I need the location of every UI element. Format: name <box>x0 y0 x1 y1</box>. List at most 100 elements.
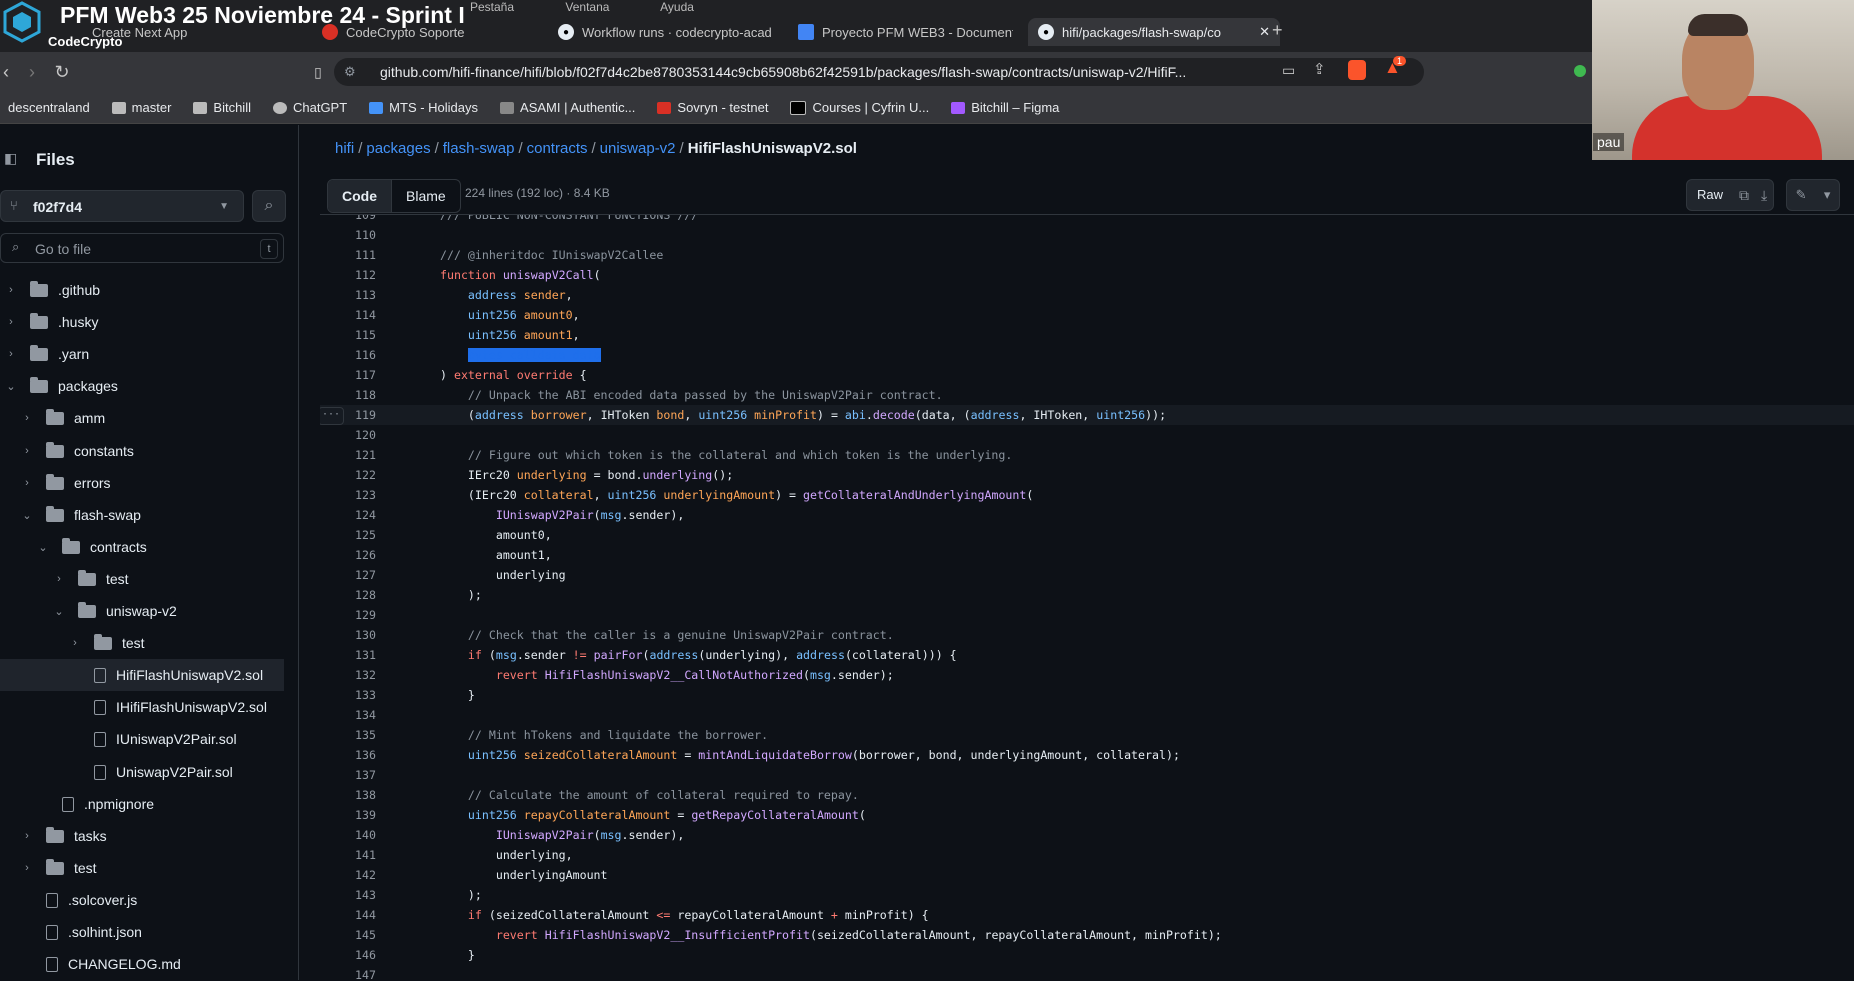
line-number[interactable]: 133 <box>320 685 376 705</box>
cast-icon[interactable]: ▭ <box>1282 62 1295 79</box>
line-number[interactable]: 125 <box>320 525 376 545</box>
browser-tab[interactable]: Proyecto PFM WEB3 - Document <box>798 18 1013 46</box>
code-text[interactable]: (IErc20 collateral, uint256 underlyingAm… <box>440 485 1033 505</box>
raw-button[interactable]: Raw <box>1687 180 1733 210</box>
line-number[interactable]: 121 <box>320 445 376 465</box>
blame-tab[interactable]: Blame <box>392 180 460 212</box>
breadcrumb-link[interactable]: flash-swap <box>443 140 515 157</box>
line-number[interactable]: 135 <box>320 725 376 745</box>
tree-folder[interactable]: › test <box>0 627 284 659</box>
code-text[interactable]: function uniswapV2Call( <box>440 265 601 285</box>
bookmark-item[interactable]: MTS - Holidays <box>369 100 478 115</box>
code-text[interactable]: IErc20 underlying = bond.underlying(); <box>440 465 733 485</box>
code-text[interactable]: amount0, <box>440 525 552 545</box>
code-text[interactable]: underlying, <box>440 845 573 865</box>
site-info-icon[interactable]: ⚙ <box>344 64 356 80</box>
chevron-right-icon[interactable]: › <box>4 284 18 296</box>
tree-folder[interactable]: ⌄ contracts <box>0 531 284 563</box>
brave-shield-icon[interactable] <box>1348 60 1366 80</box>
collapse-sidebar-icon[interactable]: ◧ <box>4 150 17 167</box>
code-text[interactable]: revert HifiFlashUniswapV2__InsufficientP… <box>440 925 1222 945</box>
line-number[interactable]: 110 <box>320 225 376 245</box>
line-number[interactable]: 137 <box>320 765 376 785</box>
code-text[interactable]: ); <box>440 585 482 605</box>
code-text[interactable]: ) external override { <box>440 365 587 385</box>
line-number[interactable]: 128 <box>320 585 376 605</box>
code-text[interactable]: uint256 seizedCollateralAmount = mintAnd… <box>440 745 1180 765</box>
share-icon[interactable]: ⇪ <box>1313 60 1326 78</box>
tree-file[interactable]: .npmignore <box>0 788 284 820</box>
tree-folder[interactable]: › amm <box>0 402 284 434</box>
code-text[interactable]: revert HifiFlashUniswapV2__CallNotAuthor… <box>440 665 894 685</box>
line-number[interactable]: 145 <box>320 925 376 945</box>
code-text[interactable]: uint256 amount1, <box>440 325 580 345</box>
bookmark-item[interactable]: master <box>111 100 171 115</box>
chevron-down-icon[interactable]: ⌄ <box>4 380 18 393</box>
tree-file[interactable]: .solhint.json <box>0 916 284 948</box>
new-tab-icon[interactable]: + <box>1272 20 1283 41</box>
chevron-right-icon[interactable]: › <box>20 412 34 424</box>
line-number[interactable]: 134 <box>320 705 376 725</box>
line-number[interactable]: 122 <box>320 465 376 485</box>
line-number[interactable]: 116 <box>320 345 376 365</box>
chevron-down-icon[interactable]: ⌄ <box>36 541 50 554</box>
bookmark-item[interactable]: Bitchill – Figma <box>951 100 1059 115</box>
back-icon[interactable]: ‹ <box>0 60 18 84</box>
chevron-right-icon[interactable]: › <box>52 573 66 585</box>
line-number[interactable]: 120 <box>320 425 376 445</box>
os-menu-item[interactable]: Ayuda <box>660 0 694 14</box>
search-files-button[interactable]: ⌕ <box>252 190 286 222</box>
line-number[interactable]: 138 <box>320 785 376 805</box>
chevron-right-icon[interactable]: › <box>4 316 18 328</box>
download-icon[interactable]: ⤓ <box>1755 180 1773 210</box>
line-number[interactable]: 132 <box>320 665 376 685</box>
line-number[interactable]: 118 <box>320 385 376 405</box>
code-text[interactable]: } <box>440 945 475 965</box>
reload-icon[interactable]: ↻ <box>50 60 74 84</box>
line-number[interactable]: 129 <box>320 605 376 625</box>
tree-file[interactable]: CHANGELOG.md <box>0 948 284 980</box>
line-number[interactable]: 141 <box>320 845 376 865</box>
tree-file[interactable]: HifiFlashUniswapV2.sol <box>0 659 284 691</box>
line-number[interactable]: 131 <box>320 645 376 665</box>
chevron-right-icon[interactable]: › <box>20 477 34 489</box>
tree-folder[interactable]: ⌄ packages <box>0 370 284 402</box>
code-text[interactable]: // Unpack the ABI encoded data passed by… <box>440 385 943 405</box>
chevron-right-icon[interactable]: › <box>68 637 82 649</box>
code-text[interactable]: // Figure out which token is the collate… <box>440 445 1012 465</box>
tree-folder[interactable]: › .github <box>0 274 284 306</box>
tree-folder[interactable]: › test <box>0 563 284 595</box>
close-tab-icon[interactable]: ✕ <box>1259 24 1270 40</box>
line-number[interactable]: 126 <box>320 545 376 565</box>
copy-icon[interactable]: ⧉ <box>1733 180 1755 210</box>
line-number[interactable]: 123 <box>320 485 376 505</box>
tree-file[interactable]: IUniswapV2Pair.sol <box>0 723 284 755</box>
line-number[interactable]: 127 <box>320 565 376 585</box>
line-number[interactable]: 109 <box>320 215 376 225</box>
browser-tab-active[interactable]: ● hifi/packages/flash-swap/co ✕ <box>1028 18 1280 46</box>
line-number[interactable]: 130 <box>320 625 376 645</box>
line-number[interactable]: 124 <box>320 505 376 525</box>
bookmark-item[interactable]: descentraland <box>8 100 90 115</box>
bookmark-icon[interactable]: ▯ <box>306 60 330 84</box>
edit-pencil-icon[interactable]: ✎ <box>1796 187 1807 203</box>
code-text[interactable]: if (msg.sender != pairFor(address(underl… <box>440 645 957 665</box>
os-menu-item[interactable]: Pestaña <box>470 0 514 14</box>
line-number[interactable]: 143 <box>320 885 376 905</box>
line-number[interactable]: 115 <box>320 325 376 345</box>
chevron-right-icon[interactable]: › <box>20 862 34 874</box>
line-number[interactable]: 144 <box>320 905 376 925</box>
code-text[interactable]: } <box>440 685 475 705</box>
bookmark-item[interactable]: Courses | Cyfrin U... <box>790 100 929 115</box>
tree-folder[interactable]: › test <box>0 852 284 884</box>
code-text[interactable]: IUniswapV2Pair(msg.sender), <box>440 825 685 845</box>
bookmark-item[interactable]: ChatGPT <box>272 100 347 115</box>
tree-folder[interactable]: › .yarn <box>0 338 284 370</box>
breadcrumb-link[interactable]: packages <box>366 140 430 157</box>
tree-file[interactable]: UniswapV2Pair.sol <box>0 756 284 788</box>
line-number[interactable]: 147 <box>320 965 376 981</box>
browser-tab[interactable]: ● Workflow runs · codecrypto-acad <box>558 18 778 46</box>
chevron-down-icon[interactable]: ⌄ <box>20 509 34 522</box>
chevron-right-icon[interactable]: › <box>4 348 18 360</box>
tree-folder[interactable]: ⌄ uniswap-v2 <box>0 595 284 627</box>
